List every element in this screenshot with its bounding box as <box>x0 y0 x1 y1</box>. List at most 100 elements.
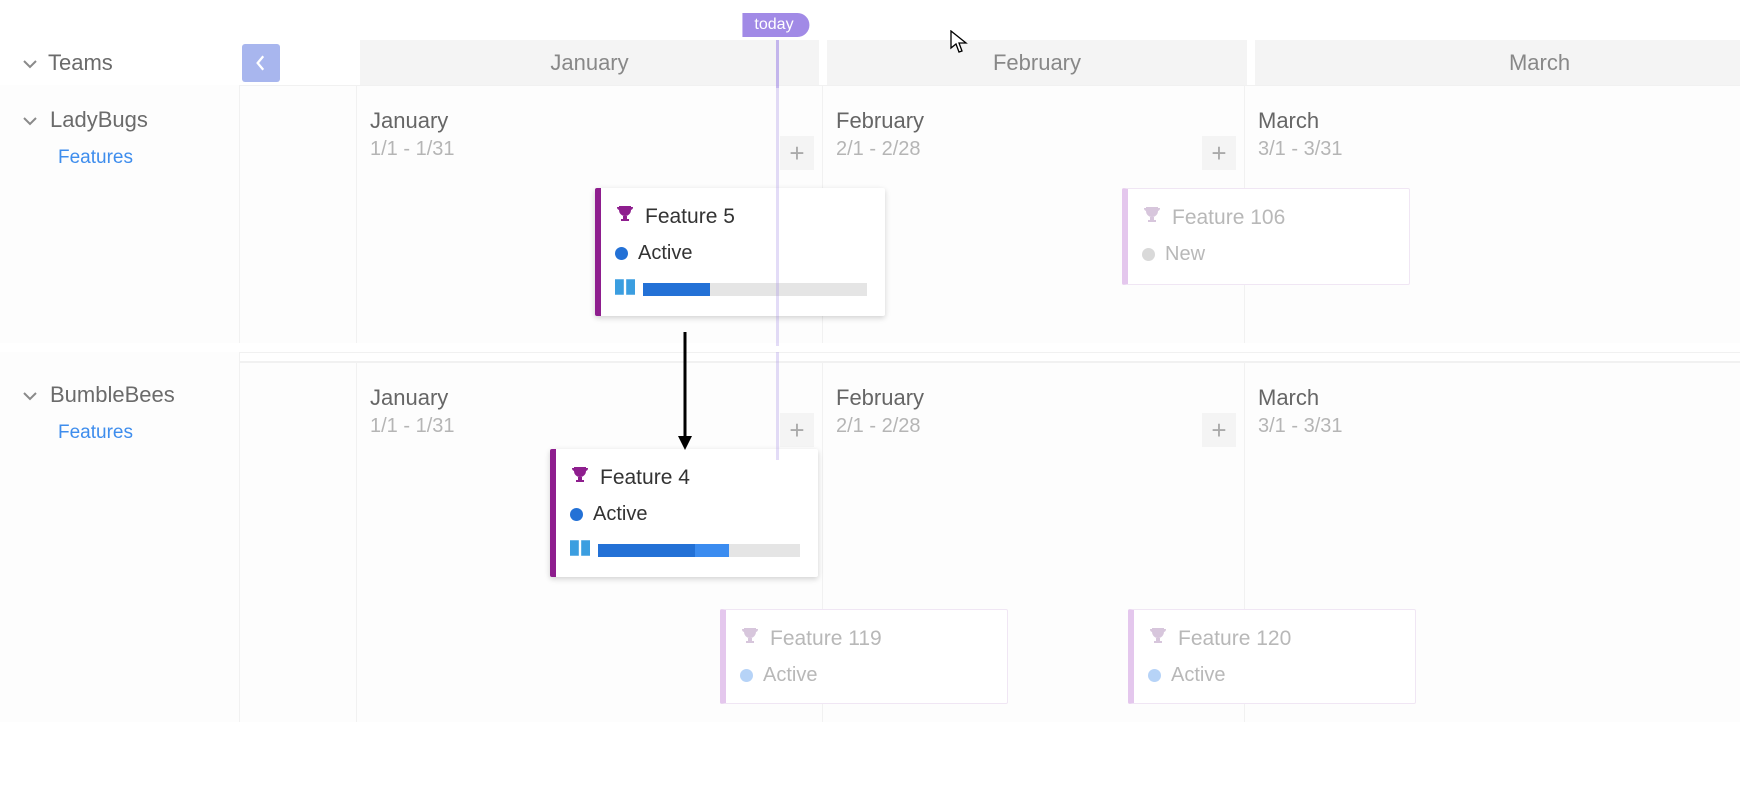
card-feature-120[interactable]: Feature 120 Active <box>1128 609 1416 704</box>
lane-sidebar: BumbleBees Features <box>0 352 240 722</box>
team-name-label: BumbleBees <box>50 382 175 408</box>
card-title: Feature 5 <box>645 205 735 229</box>
month-name: January <box>370 385 455 411</box>
lane-sidebar: LadyBugs Features <box>0 85 240 343</box>
trophy-icon <box>740 626 760 652</box>
today-indicator: today <box>742 13 809 37</box>
card-status-row: Active <box>1148 664 1397 687</box>
add-item-button[interactable]: + <box>780 413 814 447</box>
card-title-row: Feature 119 <box>740 626 989 652</box>
today-line-lane1 <box>776 88 779 346</box>
column-divider <box>356 86 357 343</box>
card-title-row: Feature 120 <box>1148 626 1397 652</box>
status-dot-icon <box>740 669 753 682</box>
lane-sub-label: Features <box>58 147 133 168</box>
month-name: March <box>1258 385 1343 411</box>
add-item-button[interactable]: + <box>780 136 814 170</box>
card-status-row: Active <box>570 503 800 526</box>
month-name: February <box>836 385 924 411</box>
card-status: Active <box>638 242 692 265</box>
today-line-lane2 <box>776 352 779 460</box>
sidebar-header[interactable]: Teams <box>0 40 240 85</box>
lane-content: January 1/1 - 1/31 + February 2/1 - 2/28… <box>240 85 1740 343</box>
card-feature-5[interactable]: Feature 5 Active <box>595 188 885 316</box>
card-title: Feature 120 <box>1178 627 1291 651</box>
today-label: today <box>754 16 793 33</box>
lane-content: January 1/1 - 1/31 + February 2/1 - 2/28… <box>240 362 1740 722</box>
progress-fill <box>598 544 695 557</box>
month-tab-label: March <box>1509 50 1570 76</box>
card-progress-row <box>615 279 867 300</box>
timeline-prev-button[interactable] <box>242 44 280 82</box>
card-status: New <box>1165 243 1205 266</box>
status-dot-icon <box>1142 248 1155 261</box>
lane-month-header-mar: March 3/1 - 3/31 <box>1258 108 1343 161</box>
card-title-row: Feature 5 <box>615 204 867 230</box>
month-name: January <box>370 108 455 134</box>
card-status-row: New <box>1142 243 1391 266</box>
card-title: Feature 4 <box>600 466 690 490</box>
progress-fill-secondary <box>695 544 729 557</box>
add-item-button[interactable]: + <box>1202 413 1236 447</box>
month-range: 2/1 - 2/28 <box>836 415 924 438</box>
progress-fill <box>643 283 710 296</box>
team-row[interactable]: LadyBugs <box>22 107 239 133</box>
column-divider <box>356 363 357 722</box>
team-name-label: LadyBugs <box>50 107 148 133</box>
month-name: February <box>836 108 924 134</box>
lane-month-header-feb: February 2/1 - 2/28 <box>836 385 924 438</box>
trophy-icon <box>1142 205 1162 231</box>
card-title: Feature 119 <box>770 627 882 651</box>
month-name: March <box>1258 108 1343 134</box>
lane-month-header-feb: February 2/1 - 2/28 <box>836 108 924 161</box>
lane-month-header-mar: March 3/1 - 3/31 <box>1258 385 1343 438</box>
month-tab-february[interactable]: February <box>827 40 1247 85</box>
card-status: Active <box>1171 664 1225 687</box>
progress-bar <box>598 544 800 557</box>
status-dot-icon <box>570 508 583 521</box>
sidebar-header-label: Teams <box>48 50 113 76</box>
lane-month-header-jan: January 1/1 - 1/31 <box>370 108 455 161</box>
card-feature-106[interactable]: Feature 106 New <box>1122 188 1410 285</box>
cursor-icon <box>950 30 968 59</box>
card-status-row: Active <box>740 664 989 687</box>
team-row[interactable]: BumbleBees <box>22 382 239 408</box>
lane-ladybugs: LadyBugs Features January 1/1 - 1/31 + F… <box>0 85 1740 343</box>
card-title-row: Feature 4 <box>570 465 800 491</box>
card-progress-row <box>570 540 800 561</box>
trophy-icon <box>615 204 635 230</box>
status-dot-icon <box>1148 669 1161 682</box>
card-feature-4[interactable]: Feature 4 Active <box>550 449 818 577</box>
dependency-arrow <box>670 332 700 454</box>
timeline-nav-area <box>240 40 360 85</box>
chevron-down-icon <box>22 107 38 133</box>
book-icon <box>615 279 635 300</box>
lane-sub-features[interactable]: Features <box>58 147 239 169</box>
card-status-row: Active <box>615 242 867 265</box>
month-range: 3/1 - 3/31 <box>1258 138 1343 161</box>
lane-separator <box>0 352 1740 362</box>
lane-sub-features[interactable]: Features <box>58 422 239 444</box>
add-item-button[interactable]: + <box>1202 136 1236 170</box>
card-status: Active <box>763 664 817 687</box>
today-line-header <box>776 40 779 88</box>
month-tab-march[interactable]: March <box>1255 40 1740 85</box>
card-feature-119[interactable]: Feature 119 Active <box>720 609 1008 704</box>
month-range: 1/1 - 1/31 <box>370 415 455 438</box>
book-icon <box>570 540 590 561</box>
card-title-row: Feature 106 <box>1142 205 1391 231</box>
month-range: 3/1 - 3/31 <box>1258 415 1343 438</box>
progress-bar <box>643 283 867 296</box>
chevron-down-icon <box>22 382 38 408</box>
trophy-icon <box>570 465 590 491</box>
timeline-header-row: Teams January February March <box>0 40 1740 85</box>
trophy-icon <box>1148 626 1168 652</box>
month-tab-january[interactable]: January <box>360 40 819 85</box>
lane-month-header-jan: January 1/1 - 1/31 <box>370 385 455 438</box>
status-dot-icon <box>615 247 628 260</box>
month-range: 2/1 - 2/28 <box>836 138 924 161</box>
lane-bumblebees: BumbleBees Features January 1/1 - 1/31 +… <box>0 352 1740 722</box>
card-status: Active <box>593 503 647 526</box>
lane-sub-label: Features <box>58 422 133 443</box>
month-range: 1/1 - 1/31 <box>370 138 455 161</box>
